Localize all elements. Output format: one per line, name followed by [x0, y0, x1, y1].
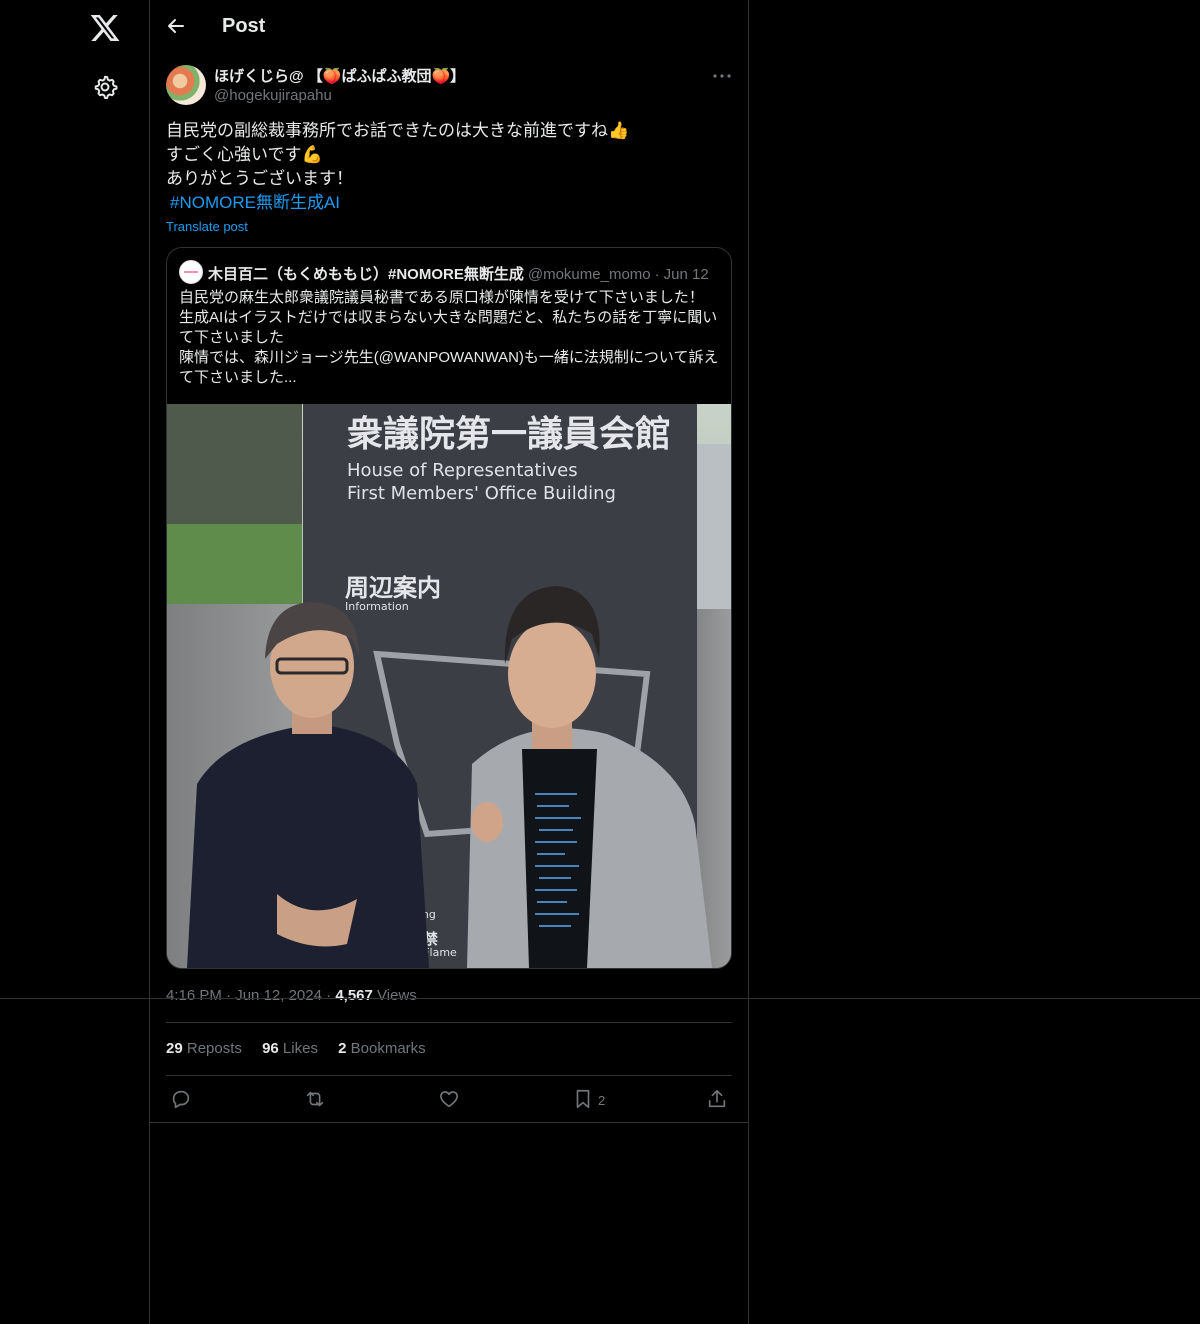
author-avatar[interactable]	[166, 65, 206, 105]
reposts-stat[interactable]: 29 Reposts	[166, 1040, 242, 1057]
quoted-photo[interactable]: 衆議院第一議員会館 House of Representatives First…	[167, 404, 731, 968]
post-date[interactable]: Jun 12, 2024	[235, 987, 322, 1004]
separator-dot: ·	[654, 266, 660, 283]
reposts-count: 29	[166, 1040, 183, 1057]
post-meta: 4:16 PM · Jun 12, 2024 · 4,567 Views	[166, 987, 417, 1004]
sign-title-jp: 衆議院第一議員会館	[347, 413, 671, 455]
quoted-author-handle: @mokume_momo	[527, 266, 651, 283]
page-title: Post	[222, 15, 266, 37]
likes-stat[interactable]: 96 Likes	[262, 1040, 318, 1057]
divider	[150, 1122, 748, 1123]
reposts-label: Reposts	[186, 1040, 242, 1057]
divider	[166, 1022, 732, 1023]
repost-icon[interactable]	[304, 1088, 326, 1110]
more-icon[interactable]	[710, 66, 734, 86]
like-icon[interactable]	[438, 1088, 460, 1110]
hashtag-link[interactable]: #NOMORE無断生成AI	[166, 193, 340, 212]
back-arrow-icon[interactable]	[164, 14, 188, 38]
tweet-line: 自民党の副総裁事務所でお話できたのは大きな前進ですね👍	[166, 121, 630, 140]
bookmark-count: 2	[598, 1093, 606, 1108]
quoted-author-avatar	[179, 260, 203, 284]
author-handle[interactable]: @hogekujirapahu	[214, 87, 332, 104]
tweet-text: 自民党の副総裁事務所でお話できたのは大きな前進ですね👍 すごく心強いです💪 あり…	[166, 119, 734, 215]
gear-icon[interactable]	[92, 74, 118, 100]
quoted-line: 生成AIはイラストだけでは収まらない大きな問題だと、私たちの話を丁寧に聞い	[179, 309, 718, 326]
engagement-stats: 29 Reposts 96 Likes 2 Bookmarks	[166, 1040, 442, 1057]
sign-info-jp: 周辺案内	[345, 574, 441, 602]
quoted-line: て下さいました...	[179, 369, 297, 386]
quoted-line: て下さいました	[179, 329, 285, 346]
trees	[167, 524, 302, 614]
separator-dot: ·	[226, 987, 236, 1004]
reply-icon[interactable]	[170, 1088, 192, 1110]
quoted-post[interactable]: 木目百二（もくめももじ）#NOMORE無断生成 @mokume_momo · Jun …	[166, 247, 732, 969]
x-logo-icon[interactable]	[89, 12, 121, 44]
person-right-hand	[471, 802, 503, 842]
quoted-author-name: 木目百二（もくめももじ）#NOMORE無断生成	[208, 266, 524, 283]
bookmarks-count: 2	[338, 1040, 347, 1057]
sign-title-en-2: First Members' Office Building	[347, 483, 616, 504]
views-label: Views	[377, 987, 417, 1004]
main-column: Post ほげくじら@ 【🍑ぱふぱふ教団🍑】 @hogekujirapahu 自…	[150, 0, 749, 1324]
page-header: Post	[150, 0, 748, 54]
separator-dot: ·	[326, 987, 336, 1004]
divider	[166, 1075, 732, 1076]
bookmarks-label: Bookmarks	[350, 1040, 426, 1057]
building-right	[695, 444, 731, 614]
translate-post-link[interactable]: Translate post	[166, 219, 248, 234]
person-right-shirt	[522, 749, 597, 968]
tweet-line: すごく心強いです💪	[166, 145, 323, 164]
sign-title-en-1: House of Representatives	[347, 460, 578, 481]
quoted-post-text: 自民党の麻生太郎衆議院議員秘書である原口様が陳情を受けて下さいました！ 生成AI…	[179, 288, 724, 388]
person-right-face	[508, 620, 596, 728]
left-nav	[0, 0, 150, 1324]
likes-label: Likes	[282, 1040, 318, 1057]
quoted-line: 自民党の麻生太郎衆議院議員秘書である原口様が陳情を受けて下さいました！	[179, 289, 704, 306]
bookmarks-stat[interactable]: 2 Bookmarks	[338, 1040, 426, 1057]
share-icon[interactable]	[706, 1088, 728, 1110]
quoted-line: 陳情では、森川ジョージ先生(@WANPOWANWAN)も一緒に法規制について訴え	[179, 349, 719, 366]
quoted-post-date: Jun 12	[663, 266, 709, 283]
divider	[0, 998, 1200, 999]
post-time[interactable]: 4:16 PM	[166, 987, 222, 1004]
action-bar: 2	[150, 1080, 748, 1120]
likes-count: 96	[262, 1040, 279, 1057]
tweet-line: ありがとうございます！	[166, 169, 353, 188]
quoted-post-header: 木目百二（もくめももじ）#NOMORE無断生成 @mokume_momo · Jun …	[208, 263, 709, 284]
sign-info-en: Information	[345, 600, 409, 613]
bookmark-icon[interactable]	[572, 1088, 594, 1110]
views-count: 4,567	[335, 987, 373, 1004]
author-display-name[interactable]: ほげくじら@ 【🍑ぱふぱふ教団🍑】	[214, 65, 465, 86]
